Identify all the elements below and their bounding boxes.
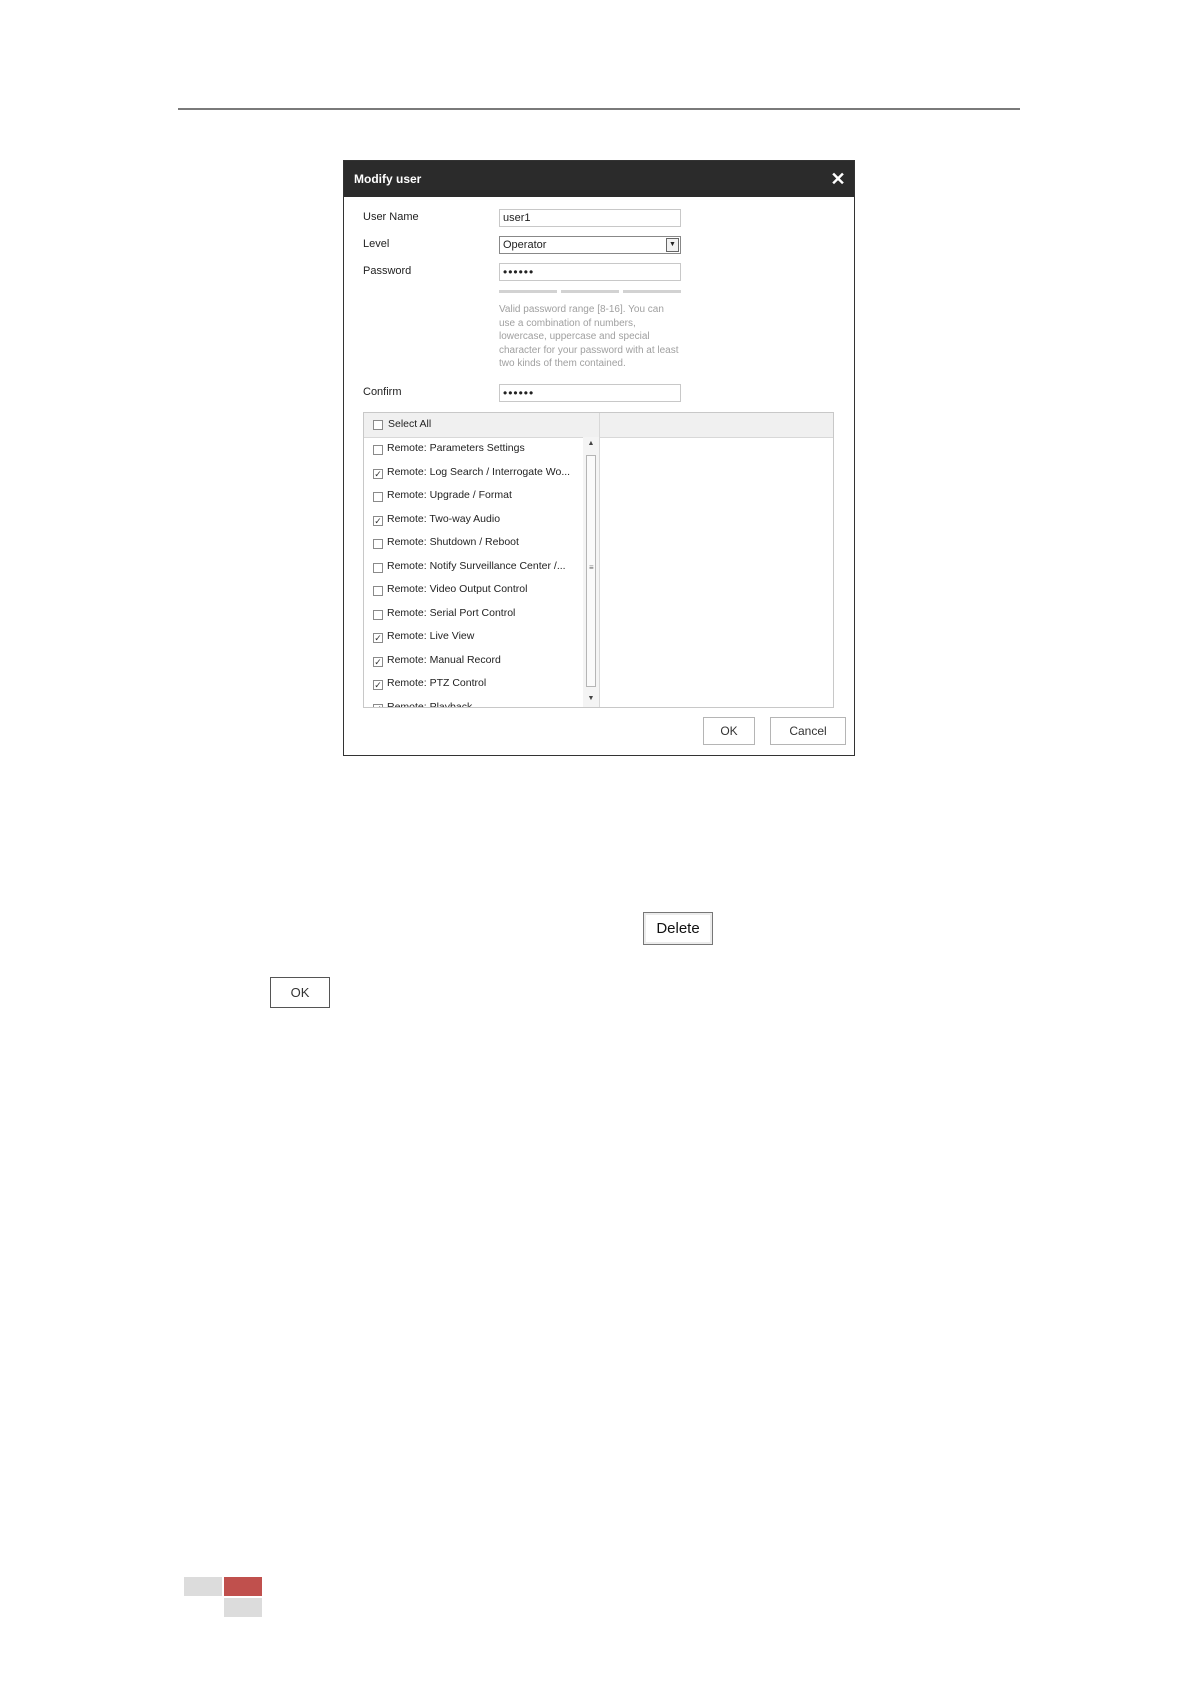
permission-item[interactable]: ✓ Remote: Playback: [364, 697, 583, 708]
password-input[interactable]: ••••••: [499, 263, 681, 281]
permission-label: Remote: Live View: [387, 630, 475, 642]
grip-icon: ≡: [589, 563, 594, 572]
permission-item[interactable]: Remote: Shutdown / Reboot: [364, 532, 583, 554]
level-select[interactable]: Operator ▼: [499, 236, 681, 254]
permission-checkbox[interactable]: [373, 445, 383, 455]
confirm-label: Confirm: [363, 386, 402, 398]
footer-gray-block-lower: [224, 1598, 262, 1617]
select-all-label: Select All: [388, 418, 432, 430]
permission-label: Remote: Upgrade / Format: [387, 489, 512, 501]
permission-checkbox[interactable]: ✓: [373, 515, 383, 526]
permission-label: Remote: Notify Surveillance Center /...: [387, 559, 566, 572]
permission-label: Remote: Playback: [387, 700, 473, 708]
ok-button-illustration: OK: [270, 977, 330, 1008]
modify-user-dialog: Modify user ✕ User Name user1 Level Oper…: [343, 160, 855, 756]
level-label: Level: [363, 238, 390, 250]
close-icon[interactable]: ✕: [828, 169, 848, 189]
permission-item[interactable]: Remote: Parameters Settings: [364, 438, 583, 460]
permission-label: Remote: Serial Port Control: [387, 606, 516, 619]
permission-label: Remote: Two-way Audio: [387, 512, 501, 525]
delete-button: Delete: [643, 912, 713, 945]
permissions-scrollbar[interactable]: ▲ ≡ ▼: [583, 437, 599, 707]
permission-checkbox[interactable]: [373, 586, 383, 596]
permission-checkbox[interactable]: [373, 609, 383, 620]
select-all-checkbox[interactable]: [373, 420, 383, 430]
permission-checkbox[interactable]: ✓: [373, 703, 383, 707]
dialog-title: Modify user: [354, 172, 422, 186]
scrollbar-thumb[interactable]: ≡: [586, 455, 596, 687]
permission-item[interactable]: ✓ Remote: Log Search / Interrogate Wo...: [364, 462, 583, 484]
scroll-up-icon[interactable]: ▲: [583, 437, 599, 451]
permission-item[interactable]: Remote: Upgrade / Format: [364, 485, 583, 507]
permission-checkbox[interactable]: ✓: [373, 680, 383, 690]
password-strength-bar-medium: [561, 290, 619, 293]
permission-checkbox[interactable]: [373, 492, 383, 502]
permissions-panel: Select All Remote: Parameters Settings ✓ R…: [363, 412, 834, 708]
permission-label: Remote: PTZ Control: [387, 677, 487, 689]
user-name-input[interactable]: user1: [499, 209, 681, 227]
permission-item[interactable]: ✓ Remote: Manual Record: [364, 650, 583, 672]
password-strength-bar-weak: [499, 290, 557, 293]
chevron-down-icon[interactable]: ▼: [666, 238, 679, 252]
header-rule: [178, 108, 1020, 110]
footer-gray-block: [184, 1577, 222, 1596]
user-name-label: User Name: [363, 211, 419, 223]
level-select-value: Operator: [503, 239, 547, 251]
permission-label: Remote: Video Output Control: [387, 583, 528, 595]
scroll-down-icon[interactable]: ▼: [583, 692, 599, 706]
ok-button[interactable]: OK: [703, 717, 755, 745]
permission-checkbox[interactable]: [373, 539, 383, 549]
footer-red-block: [224, 1577, 262, 1596]
password-strength-bar-strong: [623, 290, 681, 293]
password-hint: Valid password range [8-16]. You can use…: [499, 304, 679, 369]
permission-item[interactable]: Remote: Serial Port Control: [364, 603, 583, 625]
permission-item[interactable]: ✓ Remote: Live View: [364, 626, 583, 648]
password-label: Password: [363, 265, 412, 277]
confirm-password-input[interactable]: ••••••: [499, 384, 681, 402]
permissions-divider: [599, 413, 600, 707]
permission-checkbox[interactable]: [373, 562, 383, 573]
permission-item[interactable]: ✓ Remote: Two-way Audio: [364, 509, 583, 531]
permission-label: Remote: Parameters Settings: [387, 442, 525, 454]
permission-label: Remote: Manual Record: [387, 653, 501, 666]
permission-checkbox[interactable]: ✓: [373, 468, 383, 479]
permission-label: Remote: Shutdown / Reboot: [387, 536, 519, 548]
permissions-list: Remote: Parameters Settings ✓ Remote: Log …: [364, 437, 583, 707]
permission-label: Remote: Log Search / Interrogate Wo...: [387, 465, 571, 478]
permission-item[interactable]: Remote: Video Output Control: [364, 579, 583, 601]
dialog-header: Modify user ✕: [344, 161, 854, 197]
permission-item[interactable]: ✓ Remote: PTZ Control: [364, 673, 583, 695]
permission-checkbox[interactable]: ✓: [373, 656, 383, 667]
cancel-button[interactable]: Cancel: [770, 717, 846, 745]
permission-item[interactable]: Remote: Notify Surveillance Center /...: [364, 556, 583, 578]
permission-checkbox[interactable]: ✓: [373, 633, 383, 643]
